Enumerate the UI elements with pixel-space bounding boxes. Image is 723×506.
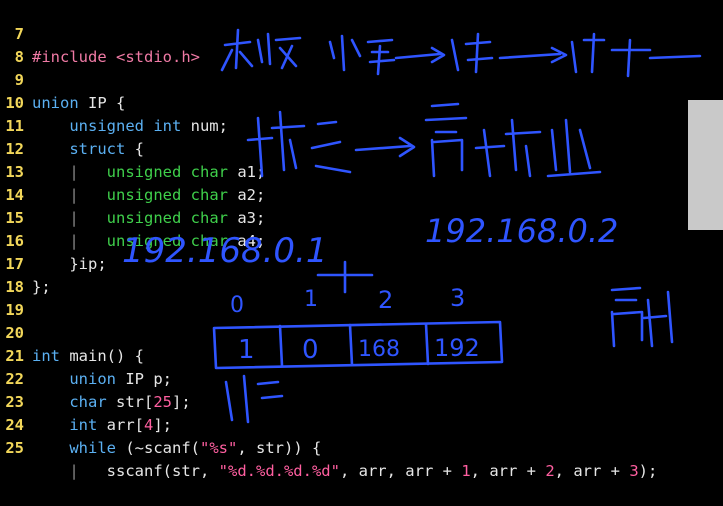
memory-divider xyxy=(278,324,284,368)
memory-cell-value: 168 xyxy=(358,337,400,362)
memory-cell-value: 192 xyxy=(434,334,480,362)
number-literal: 2 xyxy=(545,462,555,480)
string-literal: "%d.%d.%d.%d" xyxy=(218,462,340,480)
byte-index: 2 xyxy=(378,286,393,314)
code-text: ); xyxy=(638,462,658,480)
handwritten-scribble xyxy=(246,102,602,178)
code-text: , arr + xyxy=(554,462,630,480)
number-literal: 3 xyxy=(629,462,639,480)
number-literal: 1 xyxy=(461,462,471,480)
memory-cell-value: 0 xyxy=(302,335,319,365)
memory-divider xyxy=(424,322,430,366)
code-text: , arr + xyxy=(470,462,546,480)
code-text: , arr, arr + xyxy=(339,462,462,480)
code-text: sscanf(str, xyxy=(106,462,219,480)
memory-divider xyxy=(348,323,354,367)
byte-index: 3 xyxy=(450,284,465,312)
memory-cell-value: 1 xyxy=(238,335,255,365)
handwritten-ip-address: 192.168.0.2 xyxy=(425,212,618,250)
handwritten-ip-address: 192.168.0.1 xyxy=(122,231,327,271)
byte-index: 1 xyxy=(304,287,318,312)
indent-guide: | xyxy=(69,462,79,480)
handwriting-overlay: 192.168.0.1 192.168.0.2 0 1 2 3 1 0 168 … xyxy=(122,28,702,424)
handwritten-scribble xyxy=(220,28,702,78)
byte-index: 0 xyxy=(230,293,244,318)
